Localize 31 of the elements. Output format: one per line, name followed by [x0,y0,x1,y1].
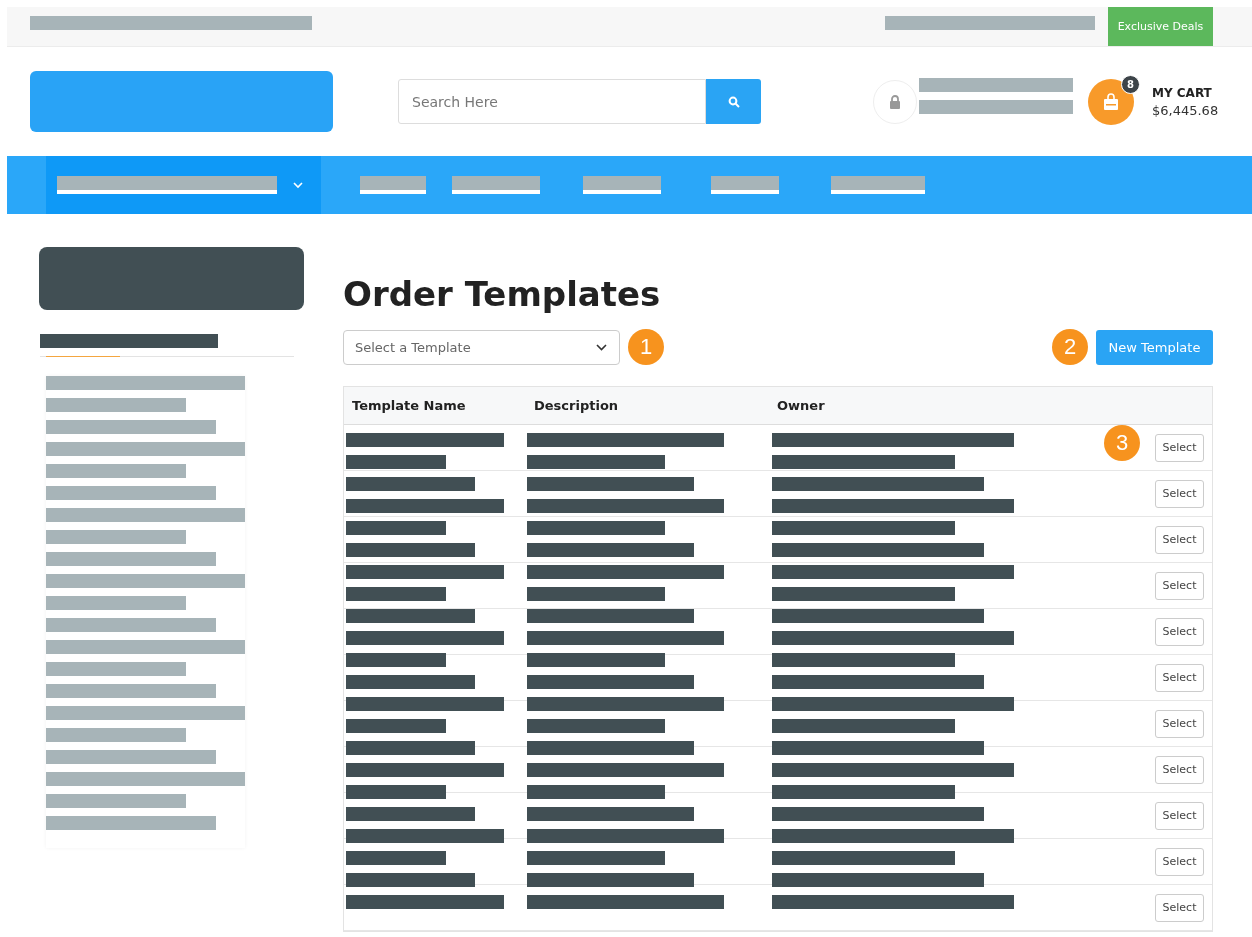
select-button[interactable]: Select [1155,617,1204,646]
select-button[interactable]: Select [1155,893,1204,922]
select-button[interactable]: Select [1155,663,1204,692]
redaction-bar [360,176,426,194]
callout-badge: 1 [628,329,664,365]
search-icon [727,95,740,108]
column-header: Owner [777,398,825,413]
select-button[interactable]: Select [1155,709,1204,738]
cart-label[interactable]: MY CART [1152,85,1219,100]
select-button[interactable]: Select [1155,479,1204,508]
select-button[interactable]: Select [1155,571,1204,600]
chevron-down-icon [293,181,303,189]
callout-badge: 2 [1052,329,1088,365]
template-select[interactable]: Select a Template [343,329,620,365]
select-button[interactable]: Select [1155,847,1204,876]
select-button[interactable]: Select [1155,801,1204,830]
redaction-bar [711,176,779,194]
category-menu[interactable] [46,156,321,214]
cart-total: $6,445.68 [1152,102,1219,118]
column-header: Description [534,398,620,413]
search-button[interactable] [706,79,761,124]
page-title: Order Templates [343,273,662,315]
chevron-down-icon [596,343,607,351]
cart-count-badge: 8 [1121,74,1140,94]
shopping-bag-icon[interactable] [1088,78,1134,125]
select-button[interactable]: Select [1155,433,1204,462]
select-button[interactable]: Select [1155,755,1204,784]
search-field[interactable]: Search Here [398,79,706,124]
column-header: Template Name [351,398,467,413]
callout-badge: 3 [1104,425,1140,461]
select-button[interactable]: Select [1155,525,1204,554]
